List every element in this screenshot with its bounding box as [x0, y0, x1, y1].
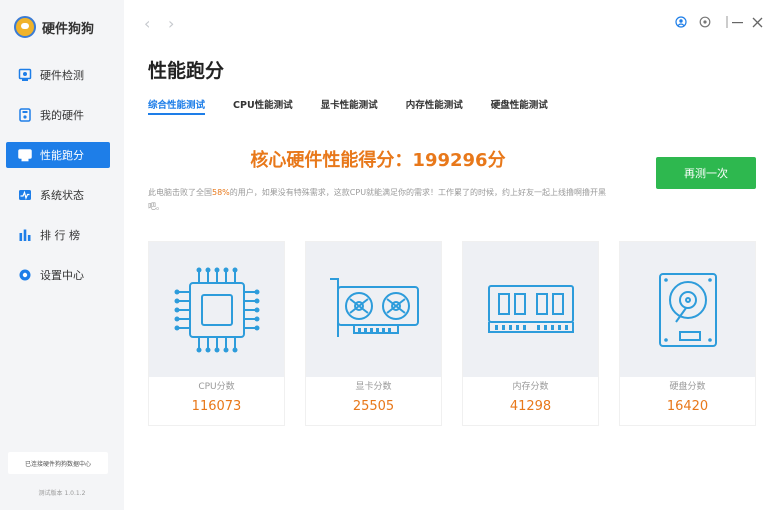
- close-icon[interactable]: [750, 15, 764, 29]
- tab-cpu[interactable]: CPU性能测试: [233, 97, 293, 115]
- score-card-memory: 内存分数 41298: [462, 241, 599, 426]
- cpu-icon: [174, 267, 259, 352]
- sidebar-item-my-hardware[interactable]: 我的硬件: [6, 102, 110, 128]
- forward-arrow-icon[interactable]: ›: [168, 14, 174, 33]
- my-hardware-icon: [18, 108, 32, 122]
- score-card-disk: 硬盘分数 16420: [619, 241, 756, 426]
- sidebar-item-benchmark[interactable]: 性能跑分: [6, 142, 110, 168]
- sidebar-item-ranking[interactable]: 排 行 榜: [6, 222, 110, 248]
- tab-disk[interactable]: 硬盘性能测试: [491, 97, 548, 115]
- tab-overall[interactable]: 综合性能测试: [148, 97, 206, 115]
- card-value: 116073: [191, 399, 242, 414]
- beat-percent: 58%: [212, 188, 230, 197]
- account-icon[interactable]: [674, 15, 688, 29]
- sidebar-nav: 硬件检测 我的硬件 性能跑分 系统状态 排 行 榜 设置中心: [6, 62, 110, 302]
- hardware-scan-icon: [18, 68, 32, 82]
- card-label: CPU分数: [198, 382, 235, 392]
- app-logo: 硬件狗狗: [14, 16, 94, 38]
- card-value: 25505: [352, 399, 395, 414]
- back-arrow-icon[interactable]: ‹: [144, 14, 150, 33]
- score-card-cpu: CPU分数 116073: [148, 241, 285, 426]
- card-illustration: [306, 242, 441, 377]
- description-prefix: 此电脑击败了全国: [148, 188, 212, 197]
- sidebar-item-label: 系统状态: [40, 189, 84, 202]
- app-window: 硬件狗狗 硬件检测 我的硬件 性能跑分 系统状态 排 行 榜 设置中心 已连接硬…: [0, 0, 768, 510]
- card-value: 16420: [666, 399, 709, 414]
- sidebar-item-label: 设置中心: [40, 269, 84, 282]
- sidebar: 硬件狗狗 硬件检测 我的硬件 性能跑分 系统状态 排 行 榜 设置中心 已连接硬…: [0, 0, 124, 510]
- sidebar-item-hardware-scan[interactable]: 硬件检测: [6, 62, 110, 88]
- card-illustration: [620, 242, 755, 377]
- card-label: 显卡分数: [355, 382, 392, 392]
- sidebar-item-label: 性能跑分: [40, 149, 84, 162]
- data-center-status[interactable]: 已连接硬件狗狗数据中心: [8, 452, 108, 474]
- sidebar-item-system-status[interactable]: 系统状态: [6, 182, 110, 208]
- sidebar-item-label: 我的硬件: [40, 109, 84, 122]
- memory-icon: [487, 284, 574, 333]
- settings-icon: [18, 268, 32, 282]
- sidebar-item-label: 硬件检测: [40, 69, 84, 82]
- card-label: 内存分数: [512, 382, 549, 392]
- minimize-icon[interactable]: [730, 15, 744, 29]
- card-illustration: [149, 242, 284, 377]
- score-description: 此电脑击败了全国58%的用户，如果没有特殊需求，这款CPU就能满足你的需求！工作…: [148, 186, 616, 214]
- graphics-card-icon: [329, 277, 419, 337]
- hard-disk-icon: [658, 272, 717, 347]
- sidebar-item-settings[interactable]: 设置中心: [6, 262, 110, 288]
- card-illustration: [463, 242, 598, 377]
- retest-button[interactable]: 再测一次: [656, 157, 756, 189]
- card-value: 41298: [509, 399, 552, 414]
- overall-score: 核心硬件性能得分：199296分: [250, 150, 506, 171]
- settings-gear-icon[interactable]: [698, 15, 712, 29]
- benchmark-tabs: 综合性能测试 CPU性能测试 显卡性能测试 内存性能测试 硬盘性能测试: [148, 97, 576, 117]
- title-bar: ‹ ›: [124, 0, 768, 44]
- tab-memory[interactable]: 内存性能测试: [406, 97, 463, 115]
- app-name: 硬件狗狗: [42, 21, 95, 37]
- version-label: 测试版本 1.0.1.2: [38, 490, 86, 497]
- card-label: 硬盘分数: [669, 382, 706, 392]
- tab-graphics[interactable]: 显卡性能测试: [321, 97, 378, 115]
- page-title: 性能跑分: [148, 60, 225, 82]
- score-card-graphics: 显卡分数 25505: [305, 241, 442, 426]
- score-cards: CPU分数 116073 显卡分数 25505 内存分数 41298 硬盘分数 …: [148, 241, 768, 426]
- system-status-icon: [18, 188, 32, 202]
- sidebar-item-label: 排 行 榜: [40, 229, 80, 242]
- benchmark-icon: [18, 148, 32, 162]
- ranking-icon: [18, 228, 32, 242]
- dog-logo-icon: [14, 16, 36, 38]
